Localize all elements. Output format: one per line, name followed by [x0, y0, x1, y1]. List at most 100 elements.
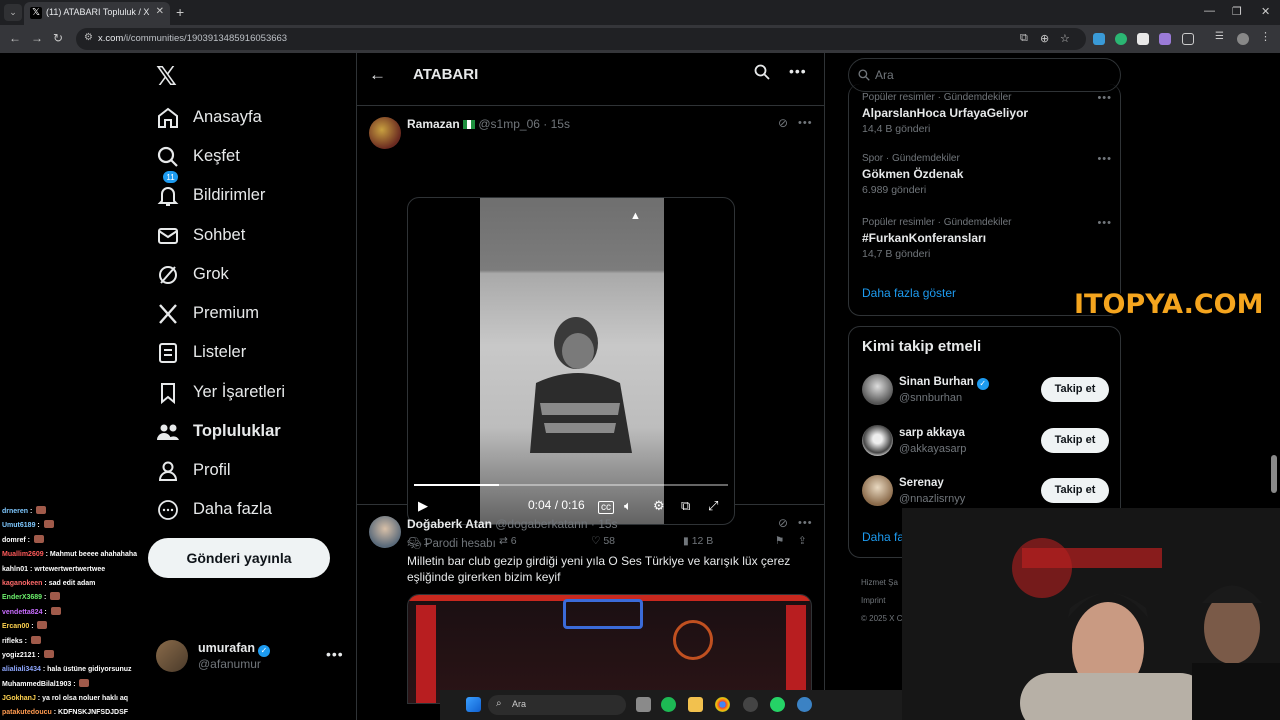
address-bar[interactable]: ⚙ x.com/i/communities/190391348591605366… [76, 28, 1086, 50]
tab-search-button[interactable]: ⌄ [4, 4, 22, 21]
more-dots-icon[interactable]: ••• [1097, 92, 1112, 104]
windows-taskbar: ⌕ Ara [440, 690, 902, 720]
nav-home[interactable]: Anasayfa [156, 104, 346, 134]
site-info-icon[interactable]: ⚙ [84, 32, 93, 43]
url-text: x.com/i/communities/1903913485916053663 [98, 33, 288, 44]
avatar[interactable] [369, 117, 401, 149]
avatar[interactable] [862, 475, 893, 506]
nav-grok[interactable]: Grok [156, 261, 346, 291]
app-icon[interactable] [797, 697, 812, 712]
nav-lists[interactable]: Listeler [156, 339, 346, 369]
app-icon[interactable] [743, 697, 758, 712]
nav-profile[interactable]: Profil [156, 457, 346, 487]
nav-label: Listeler [193, 343, 247, 361]
suggestion-name[interactable]: Serenay [899, 477, 944, 489]
tweet-media-image[interactable] [407, 594, 812, 704]
follow-button[interactable]: Takip et [1041, 478, 1109, 503]
reload-icon[interactable]: ↻ [53, 31, 63, 45]
chat-emote-icon [30, 635, 41, 644]
more-dots-icon[interactable]: ••• [798, 117, 813, 129]
chat-username: JGokhanJ [2, 695, 36, 703]
x-favicon-icon: 𝕏 [30, 7, 42, 19]
footer-link[interactable]: Hizmet Şa [861, 574, 902, 592]
menu-icon[interactable]: ⋮ [1260, 30, 1272, 43]
minimize-button[interactable]: — [1204, 5, 1215, 17]
trend-item[interactable]: Popüler resimler · Gündemdekiler #Furkan… [862, 217, 1112, 260]
nav-chat[interactable]: Sohbet [156, 222, 346, 252]
show-more-link[interactable]: Daha fazla göster [862, 286, 956, 300]
nav-explore[interactable]: Keşfet [156, 143, 346, 173]
new-tab-button[interactable]: + [176, 4, 184, 20]
browser-tab-active[interactable]: 𝕏 (11) ATABARI Topluluk / X ✕ [24, 2, 170, 25]
tweet[interactable]: Doğaberk Atan @dogaberkatann · 15s ⊘ •••… [357, 506, 824, 720]
trend-category: Popüler resimler · Gündemdekiler [862, 217, 1012, 228]
extension-icon[interactable] [1137, 33, 1149, 45]
tweet-author-name[interactable]: Doğaberk Atan [407, 517, 492, 531]
tab-close-icon[interactable]: ✕ [156, 6, 164, 17]
follow-button[interactable]: Takip et [1041, 428, 1109, 453]
nav-communities[interactable]: Topluluklar [156, 418, 346, 448]
footer-link[interactable]: Imprint [861, 592, 902, 610]
taskbar-search[interactable]: ⌕ Ara [488, 695, 626, 715]
follow-suggestion[interactable]: Sinan Burhan ✓ @snnburhan Takip et [862, 374, 1112, 408]
more-dots-icon[interactable]: ••• [1097, 153, 1112, 165]
extension-icon[interactable] [1159, 33, 1171, 45]
tweet[interactable]: Ramazan @s1mp_06 · 15s ⊘ ••• ▲ ▶ 0:04 / … [357, 107, 824, 548]
extension-icon[interactable] [1093, 33, 1105, 45]
tweet-header: Doğaberk Atan @dogaberkatann · 15s [407, 517, 618, 531]
task-view-icon[interactable] [636, 697, 651, 712]
nav-more[interactable]: Daha fazla [156, 496, 346, 526]
search-icon: ⌕ [496, 698, 502, 709]
extensions-puzzle-icon[interactable] [1182, 33, 1194, 45]
more-dots-icon[interactable]: ••• [789, 63, 807, 79]
nav-notifications[interactable]: 11 Bildirimler [156, 170, 346, 212]
x-logo-icon[interactable]: 𝕏 [156, 63, 180, 89]
tweet-author-name[interactable]: Ramazan [407, 117, 460, 131]
show-more-link[interactable]: Daha fa [862, 530, 904, 544]
search-icon[interactable] [754, 64, 770, 80]
back-icon[interactable]: ← [9, 31, 21, 45]
maximize-button[interactable]: ❐ [1232, 5, 1242, 18]
more-dots-icon[interactable]: ••• [326, 646, 344, 662]
grok-icon[interactable]: ⊘ [778, 116, 788, 130]
more-dots-icon[interactable]: ••• [1097, 217, 1112, 229]
parody-mask-icon: 🎭︎ [407, 538, 422, 550]
suggestion-name[interactable]: Sinan Burhan ✓ [899, 376, 989, 390]
tweet-handle[interactable]: @dogaberkatann [495, 517, 587, 531]
bookmark-star-icon[interactable]: ☆ [1060, 32, 1070, 45]
follow-suggestion[interactable]: sarp akkaya @akkayasarp Takip et [862, 425, 1112, 459]
trend-item[interactable]: Popüler resimler · Gündemdekiler Alparsl… [862, 92, 1112, 135]
grok-icon[interactable]: ⊘ [778, 516, 788, 530]
follow-button[interactable]: Takip et [1041, 377, 1109, 402]
suggestion-name[interactable]: sarp akkaya [899, 427, 965, 439]
avatar[interactable] [369, 516, 401, 548]
back-arrow-icon[interactable]: ← [369, 65, 386, 85]
scrollbar-thumb[interactable] [1271, 455, 1277, 493]
spotify-icon[interactable] [661, 697, 676, 712]
cast-icon[interactable]: ⧉ [1020, 32, 1028, 45]
video-player[interactable]: ▲ ▶ 0:04 / 0:16 cc 🔈︎ ⚙ ⧉ ⤢ [407, 197, 735, 525]
nav-premium[interactable]: Premium [156, 300, 346, 330]
trend-item[interactable]: Spor · Gündemdekiler Gökmen Özdenak 6.98… [862, 153, 1112, 196]
chrome-icon[interactable] [715, 697, 730, 712]
forward-icon[interactable]: → [31, 31, 43, 45]
account-switcher[interactable]: umurafan ✓ @afanumur ••• [156, 640, 346, 676]
follow-suggestion[interactable]: Serenay @nnazlisrnyy Takip et [862, 475, 1112, 509]
windows-start-icon[interactable] [466, 697, 481, 712]
extension-icon[interactable] [1115, 33, 1127, 45]
side-panel-icon[interactable]: ☰ [1215, 31, 1227, 43]
tweet-handle[interactable]: @s1mp_06 [478, 117, 540, 131]
zoom-icon[interactable]: ⊕ [1040, 32, 1049, 45]
tweet-time[interactable]: 15s [551, 117, 570, 131]
whatsapp-icon[interactable] [770, 697, 785, 712]
close-window-button[interactable]: ✕ [1261, 5, 1270, 18]
video-progress-bar[interactable] [414, 484, 728, 486]
tweet-time[interactable]: 15s [598, 517, 617, 531]
avatar[interactable] [862, 425, 893, 456]
more-dots-icon[interactable]: ••• [798, 517, 813, 529]
cursor-icon: ▲ [630, 210, 641, 222]
nav-bookmarks[interactable]: Yer İşaretleri [156, 379, 346, 409]
profile-avatar-icon[interactable] [1237, 33, 1249, 45]
avatar[interactable] [862, 374, 893, 405]
folder-icon[interactable] [688, 697, 703, 712]
